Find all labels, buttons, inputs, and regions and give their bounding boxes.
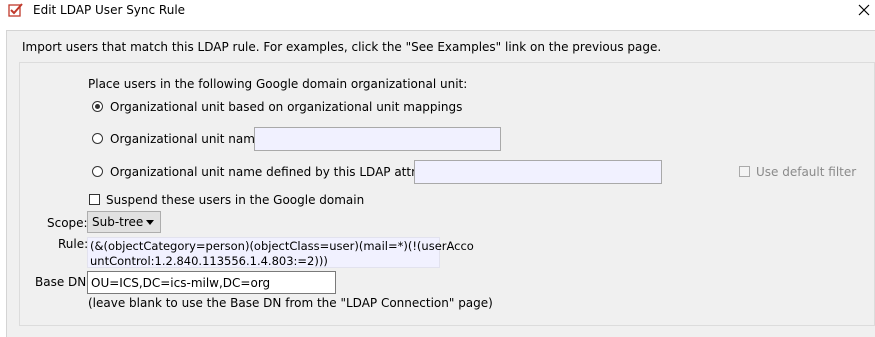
radio-ou-mappings[interactable]: [92, 101, 103, 112]
scope-select[interactable]: Sub-tree: [87, 211, 161, 233]
close-button[interactable]: [853, 0, 875, 20]
ou-name-input[interactable]: [254, 127, 501, 151]
checkmark-pencil-icon: [8, 2, 24, 18]
radio-ou-ldap-attribute-label[interactable]: Organizational unit name defined by this…: [110, 165, 451, 179]
base-dn-label: Base DN:: [35, 275, 91, 289]
radio-ou-name[interactable]: [92, 133, 103, 144]
radio-ou-name-label[interactable]: Organizational unit name:: [110, 132, 266, 146]
suspend-users-label[interactable]: Suspend these users in the Google domain: [106, 193, 364, 207]
close-icon: [858, 4, 870, 16]
window-titlebar: Edit LDAP User Sync Rule: [0, 0, 875, 22]
ou-ldap-attribute-input[interactable]: [414, 160, 662, 184]
rule-text-line-1: (&(objectCategory=person)(objectClass=us…: [90, 239, 474, 253]
radio-ou-ldap-attribute[interactable]: [92, 166, 103, 177]
chevron-down-icon: [146, 220, 154, 225]
radio-ou-mappings-label[interactable]: Organizational unit based on organizatio…: [110, 100, 462, 114]
placement-heading: Place users in the following Google doma…: [88, 77, 468, 91]
rule-label: Rule:: [58, 237, 89, 251]
scope-label: Scope:: [47, 216, 88, 230]
use-default-filter-label: Use default filter: [756, 165, 857, 179]
scope-value: Sub-tree: [92, 215, 144, 229]
rule-text-line-2: untControl:1.2.840.113556.1.4.803:=2))): [90, 254, 328, 268]
rule-textarea[interactable]: (&(objectCategory=person)(objectClass=us…: [87, 237, 474, 268]
use-default-filter-checkbox[interactable]: [739, 166, 750, 177]
intro-text: Import users that match this LDAP rule. …: [22, 40, 662, 54]
window-title: Edit LDAP User Sync Rule: [33, 3, 186, 17]
base-dn-hint: (leave blank to use the Base DN from the…: [88, 296, 493, 310]
suspend-users-checkbox[interactable]: [89, 194, 100, 205]
base-dn-input[interactable]: [87, 271, 336, 294]
